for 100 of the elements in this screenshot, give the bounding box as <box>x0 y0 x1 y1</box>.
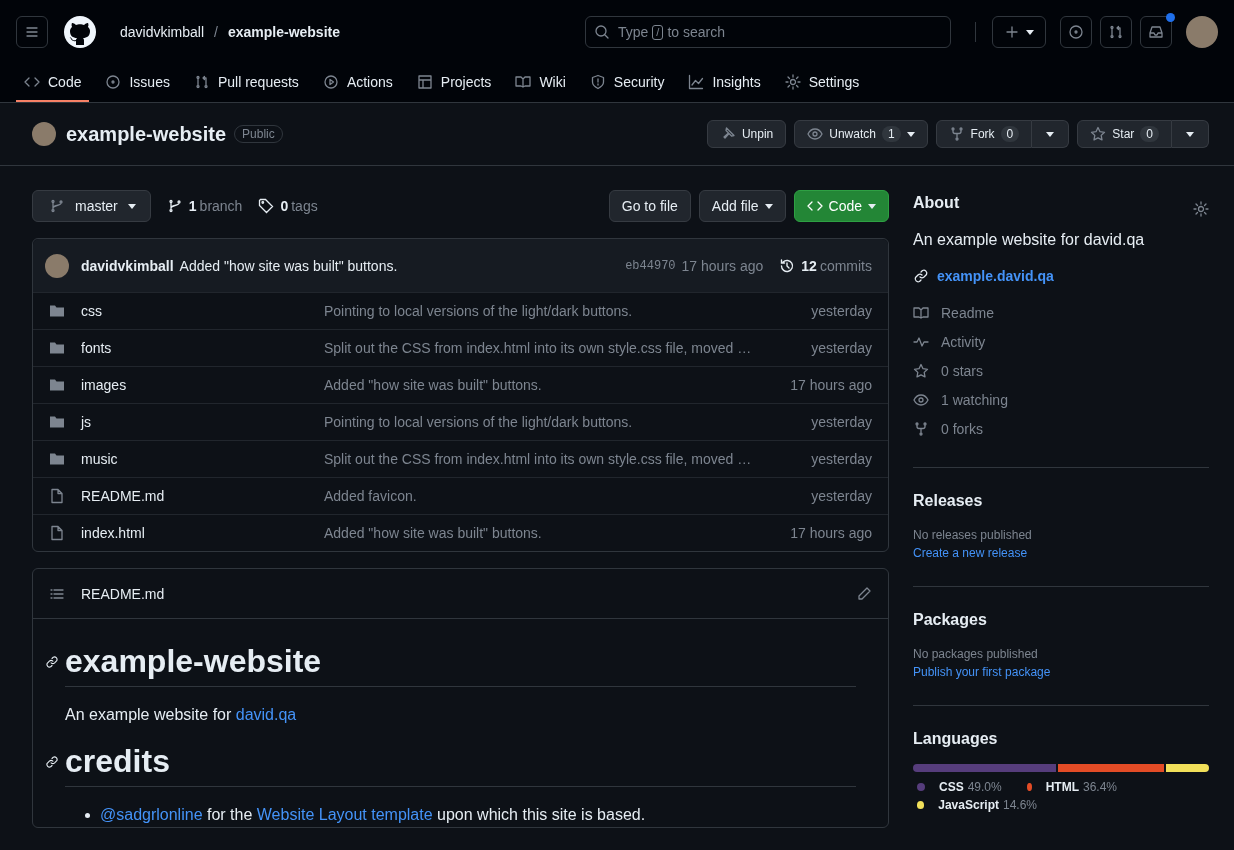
file-name[interactable]: js <box>81 414 324 430</box>
section-heading: Releases <box>913 492 984 510</box>
caret-icon <box>906 131 915 137</box>
tab[interactable]: Settings <box>776 64 868 102</box>
file-name[interactable]: css <box>81 303 324 319</box>
readme-paragraph: An example website for david.qa <box>65 705 298 725</box>
link[interactable]: david.qa <box>235 706 297 723</box>
dropdown-button[interactable] <box>1172 120 1209 148</box>
caret-icon <box>127 203 136 209</box>
section-heading: Packages <box>913 611 988 629</box>
about-link[interactable]: 1 watching <box>941 391 1008 408</box>
tab[interactable]: Security <box>581 64 673 102</box>
search-placeholder: Type <box>618 24 649 40</box>
menu-button[interactable] <box>16 16 48 48</box>
issues-button[interactable] <box>1060 16 1092 48</box>
book-icon <box>515 74 532 90</box>
commit-time: yesterday <box>811 414 872 430</box>
about-link[interactable]: Readme <box>941 304 994 321</box>
language-name[interactable]: HTML <box>1045 780 1079 794</box>
menu-icon <box>24 24 40 40</box>
fork-button[interactable]: Fork 0 <box>935 120 1033 148</box>
file-name[interactable]: README.md <box>81 488 324 504</box>
commit-message[interactable]: Pointing to local versions of the light/dark buttons. <box>324 303 812 319</box>
pin-button[interactable]: Unpin <box>706 120 787 148</box>
tab[interactable]: Code <box>16 64 90 102</box>
commit-hash[interactable]: eb44970 <box>625 258 676 273</box>
file-name[interactable]: images <box>81 377 324 393</box>
repo-title[interactable]: example-website <box>66 122 227 146</box>
search-icon <box>594 24 610 40</box>
website-link[interactable]: example.david.qa <box>937 268 1054 284</box>
tab[interactable]: Issues <box>97 64 178 102</box>
tab[interactable]: Projects <box>408 64 500 102</box>
go-to-file-button[interactable]: Go to file <box>608 190 691 222</box>
about-link[interactable]: 0 forks <box>941 420 983 437</box>
tab[interactable]: Insights <box>680 64 769 102</box>
link[interactable]: Publish your first package <box>913 663 1209 681</box>
tab[interactable]: Pull requests <box>185 64 307 102</box>
section-heading: About <box>913 194 960 212</box>
about-link[interactable]: 0 stars <box>941 362 983 379</box>
commit-time: 17 hours ago <box>681 257 764 274</box>
inbox-button[interactable] <box>1140 16 1172 48</box>
commit-message[interactable]: Added "how site was built" buttons. <box>324 525 791 541</box>
branch-selector[interactable]: master <box>32 190 151 222</box>
avatar[interactable] <box>1186 16 1218 48</box>
star-button[interactable]: Star 0 <box>1077 120 1172 148</box>
search-field[interactable]: Type / to search <box>585 16 951 48</box>
counter: 1 <box>881 126 901 142</box>
language-name[interactable]: CSS <box>939 780 964 794</box>
book-icon <box>913 304 929 321</box>
caret-icon <box>764 203 773 209</box>
edit-button[interactable] <box>856 585 872 602</box>
plus-icon <box>1004 24 1020 40</box>
shield-icon <box>589 74 606 90</box>
code-button[interactable]: Code <box>793 190 889 222</box>
folder-icon <box>49 303 65 319</box>
repo-link[interactable]: example-website <box>227 24 340 40</box>
language-name[interactable]: JavaScript <box>938 798 999 812</box>
commits-link[interactable]: 12 commits <box>779 257 872 274</box>
create-button[interactable] <box>992 16 1046 48</box>
commit-time: yesterday <box>811 488 872 504</box>
owner-link[interactable]: davidvkimball <box>120 24 205 40</box>
file-name[interactable]: fonts <box>81 340 324 356</box>
watch-button[interactable]: Unwatch 1 <box>794 120 928 148</box>
link[interactable]: Create a new release <box>913 544 1209 562</box>
language-percent: 49.0% <box>967 780 1002 794</box>
commit-time: yesterday <box>811 451 872 467</box>
fork-icon <box>913 420 929 437</box>
pull-request-icon <box>1108 24 1124 40</box>
commit-message[interactable]: Added "how site was built" buttons. <box>324 377 791 393</box>
commit-message[interactable]: Split out the CSS from index.html into its own style.css file, moved … <box>324 340 812 356</box>
empty-message: No releases published <box>913 527 1033 544</box>
link[interactable]: Website Layout template <box>256 806 433 823</box>
eye-icon <box>913 391 929 408</box>
history-icon <box>779 257 796 274</box>
star-icon <box>1090 126 1107 142</box>
cat-logo[interactable] <box>64 16 96 48</box>
pull-requests-button[interactable] <box>1100 16 1132 48</box>
file-name[interactable]: index.html <box>81 525 324 541</box>
commit-message[interactable]: Added favicon. <box>324 488 812 504</box>
commit-message[interactable]: Pointing to local versions of the light/dark buttons. <box>324 414 812 430</box>
tab[interactable]: Wiki <box>507 64 574 102</box>
link[interactable]: @sadgrlonline <box>100 806 203 823</box>
branch-icon <box>49 198 65 214</box>
caret-icon <box>1026 29 1034 35</box>
file-name[interactable]: music <box>81 451 324 467</box>
star-icon <box>913 362 929 379</box>
graph-icon <box>688 74 705 90</box>
commit-message[interactable]: Split out the CSS from index.html into its own style.css file, moved … <box>324 451 812 467</box>
search-placeholder: to search <box>667 24 725 40</box>
branches-link[interactable]: 1 branch <box>166 198 243 214</box>
about-link[interactable]: Activity <box>941 333 986 350</box>
commit-message[interactable]: Added "how site was built" buttons. <box>179 257 398 274</box>
commit-author[interactable]: davidvkimball <box>81 257 174 274</box>
link-icon <box>913 268 929 284</box>
avatar <box>32 122 56 146</box>
tags-link[interactable]: 0 tags <box>258 198 318 214</box>
commit-time: yesterday <box>811 303 872 319</box>
dropdown-button[interactable] <box>1032 120 1070 148</box>
add-file-button[interactable]: Add file <box>698 190 786 222</box>
tab[interactable]: Actions <box>314 64 401 102</box>
